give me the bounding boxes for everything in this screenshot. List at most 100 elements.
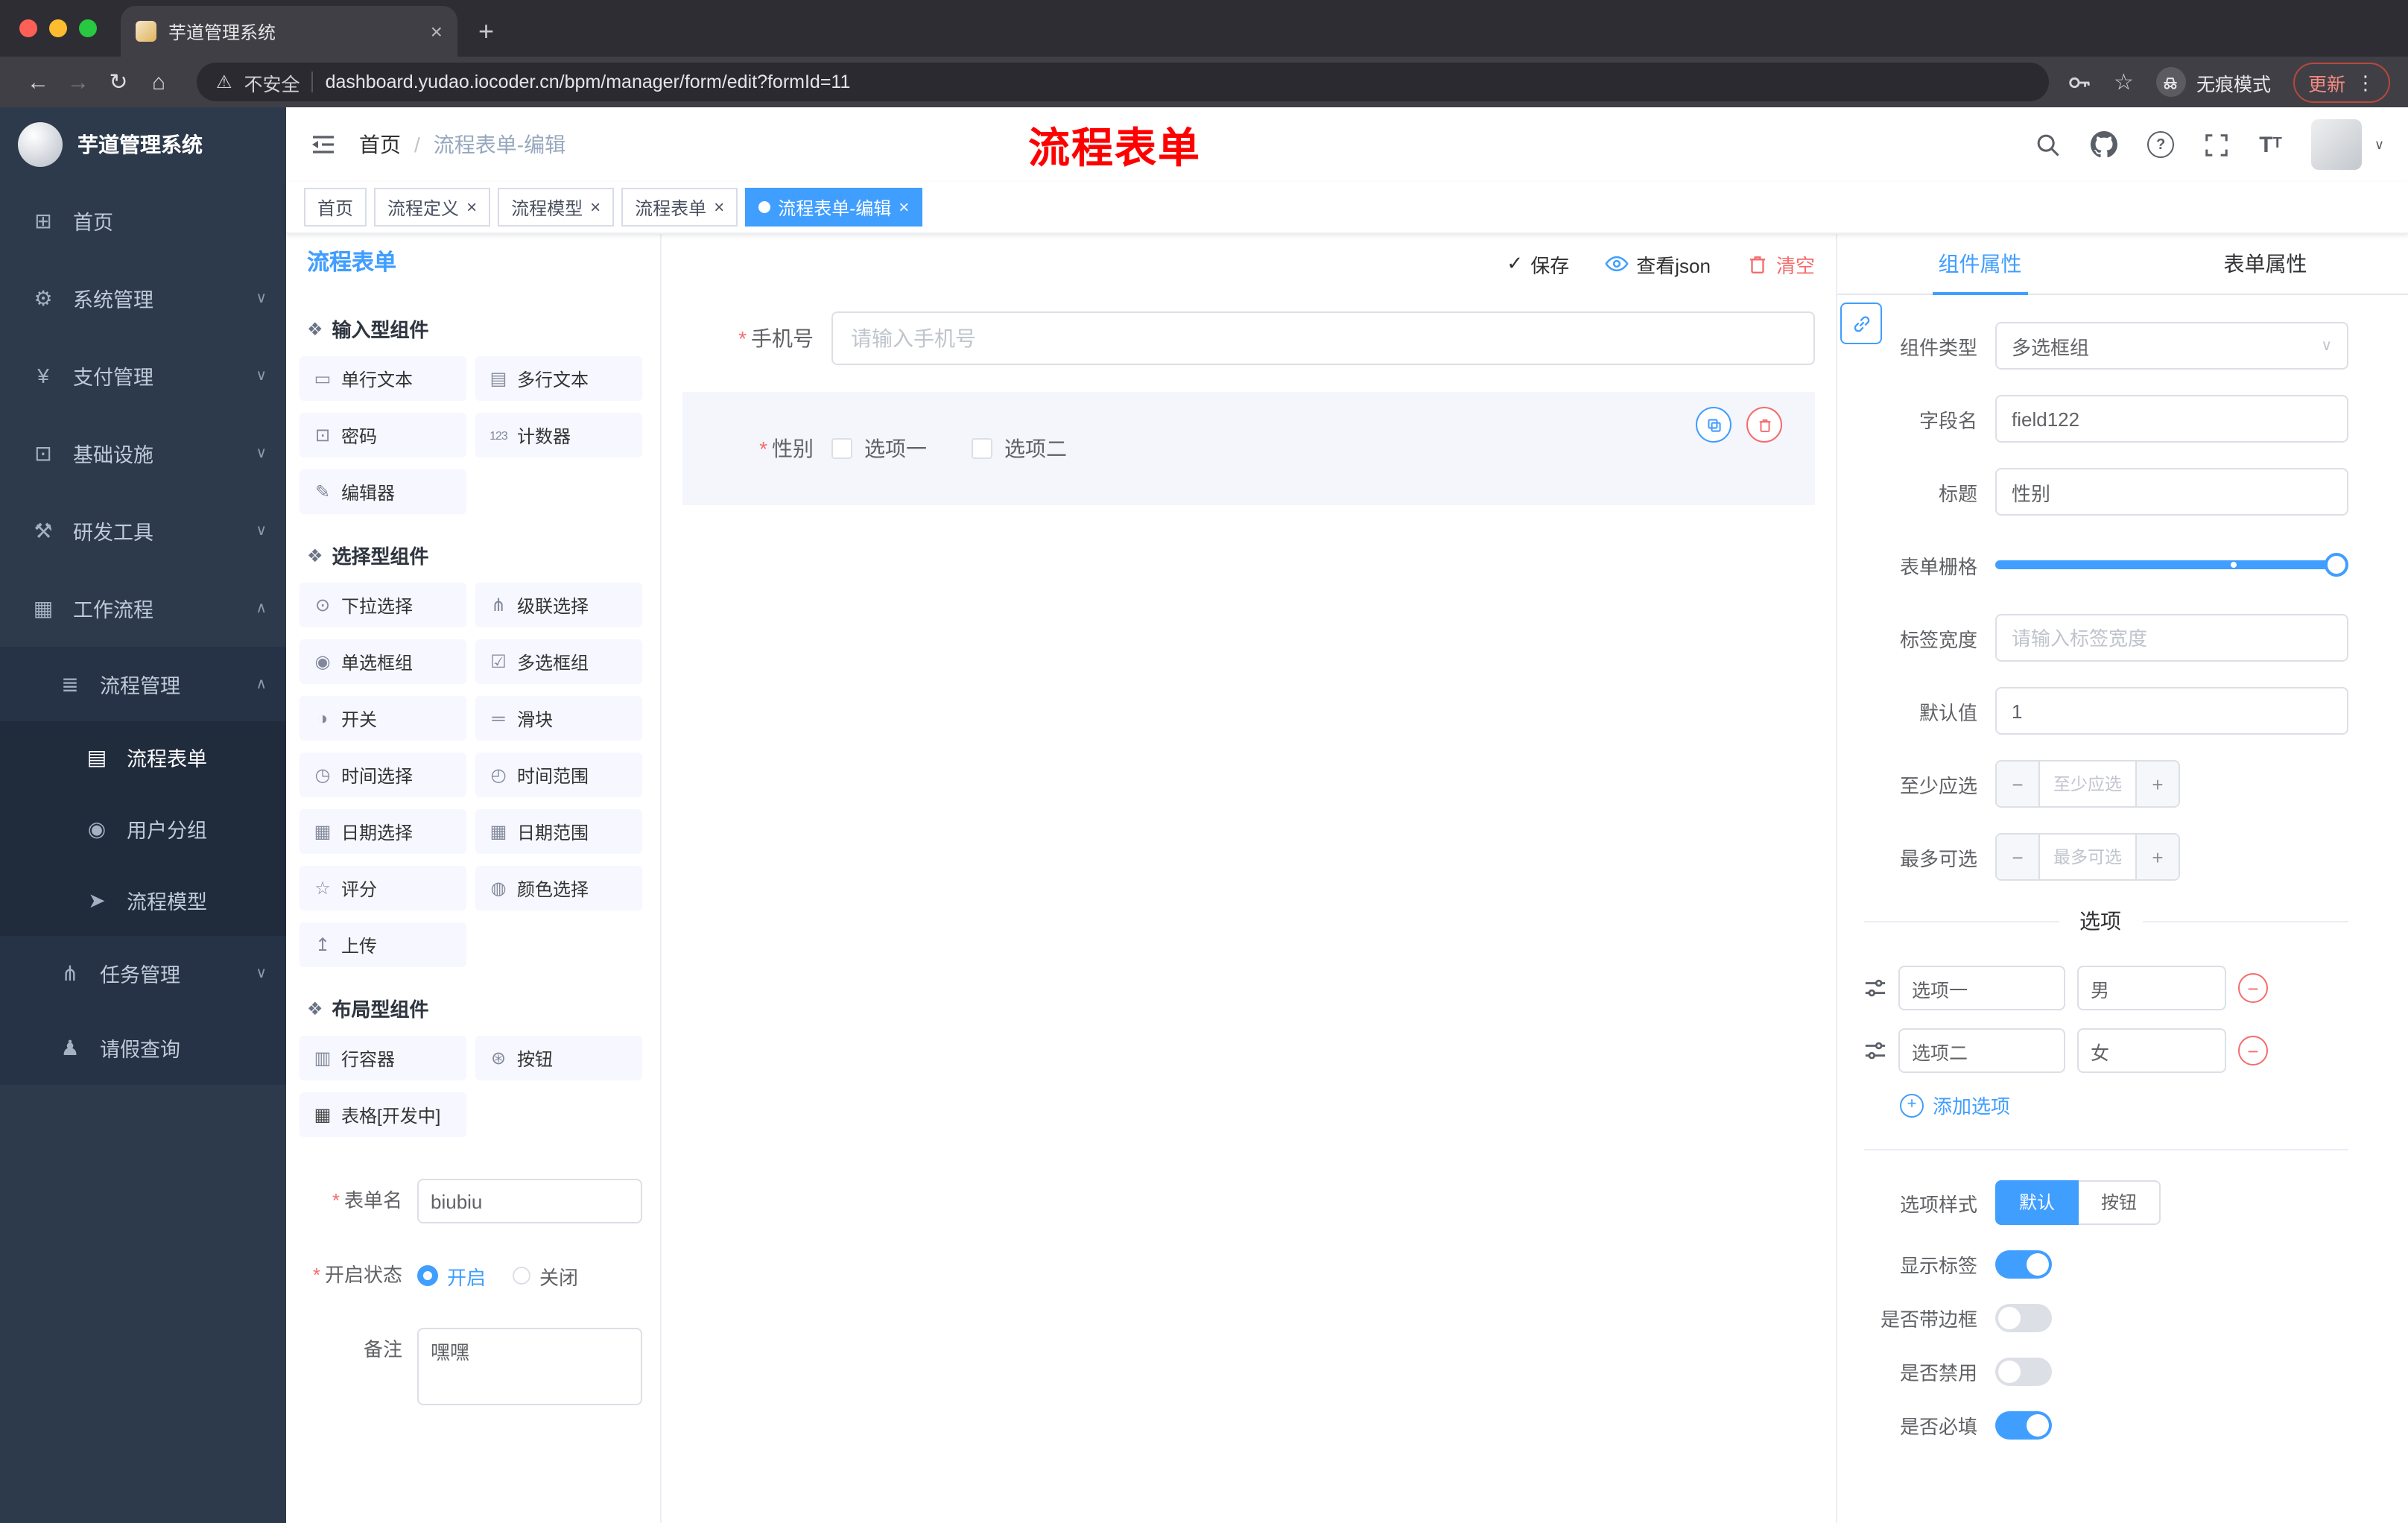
- remove-option-icon[interactable]: −: [2238, 973, 2268, 1003]
- browser-menu-icon[interactable]: ⋮: [2356, 72, 2375, 92]
- bookmark-star-icon[interactable]: ☆: [2114, 69, 2134, 95]
- palette-item-row-container[interactable]: ▥ 行容器: [300, 1036, 466, 1080]
- radio-on[interactable]: 开启: [417, 1261, 486, 1290]
- tab-close-icon[interactable]: ×: [431, 21, 443, 42]
- palette-item-upload[interactable]: ↥ 上传: [300, 922, 466, 967]
- radio-off[interactable]: 关闭: [513, 1261, 578, 1290]
- sidebar-item-home[interactable]: ⊞ 首页: [0, 182, 286, 259]
- minus-button[interactable]: −: [1997, 835, 2040, 879]
- tag-process-model[interactable]: 流程模型 ×: [498, 188, 615, 227]
- show-label-toggle[interactable]: [1995, 1250, 2052, 1279]
- sidebar-item-user-group[interactable]: ◉ 用户分组: [0, 793, 286, 864]
- sidebar-fold-icon[interactable]: [310, 131, 337, 158]
- drag-handle-icon[interactable]: [1864, 1039, 1886, 1062]
- sidebar-item-task-management[interactable]: ⋔ 任务管理 ∨: [0, 936, 286, 1010]
- back-icon[interactable]: ←: [18, 69, 58, 95]
- palette-item-switch[interactable]: ◑ 开关: [300, 696, 466, 741]
- remark-textarea[interactable]: 嘿嘿: [417, 1328, 642, 1405]
- label-width-input[interactable]: [1995, 614, 2348, 662]
- sidebar-item-leave-query[interactable]: ♟ 请假查询: [0, 1010, 286, 1085]
- remove-option-icon[interactable]: −: [2238, 1036, 2268, 1066]
- tag-home[interactable]: 首页: [304, 188, 367, 227]
- checkbox-option-2[interactable]: 选项二: [972, 434, 1067, 463]
- github-icon[interactable]: [2091, 131, 2118, 158]
- tag-close-icon[interactable]: ×: [714, 198, 724, 216]
- sidebar-item-process-form[interactable]: ▤ 流程表单: [0, 721, 286, 793]
- style-default-button[interactable]: 默认: [1995, 1180, 2079, 1225]
- view-json-button[interactable]: 查看json: [1605, 250, 1711, 278]
- drag-handle-icon[interactable]: [1864, 977, 1886, 999]
- option-label-input[interactable]: [1898, 1028, 2065, 1073]
- address-bar[interactable]: ⚠ 不安全 dashboard.yudao.iocoder.cn/bpm/man…: [197, 63, 2049, 101]
- option-value-input[interactable]: [2077, 966, 2226, 1010]
- home-icon[interactable]: ⌂: [139, 69, 179, 95]
- browser-tab[interactable]: 芋道管理系统 ×: [121, 6, 457, 57]
- tab-component-props[interactable]: 组件属性: [1837, 234, 2123, 295]
- font-size-icon[interactable]: TT: [2259, 133, 2282, 156]
- tab-form-props[interactable]: 表单属性: [2123, 234, 2408, 294]
- search-icon[interactable]: [2035, 132, 2061, 157]
- palette-item-editor[interactable]: ✎ 编辑器: [300, 469, 466, 514]
- option-label-input[interactable]: [1898, 966, 2065, 1010]
- sidebar-item-process-management[interactable]: ≣ 流程管理 ∧: [0, 647, 286, 721]
- palette-item-radio-group[interactable]: ◉ 单选框组: [300, 639, 466, 684]
- clear-button[interactable]: 清空: [1746, 250, 1815, 278]
- minimize-window-icon[interactable]: [49, 19, 67, 37]
- component-type-select[interactable]: 多选框组 ∨: [1995, 322, 2348, 370]
- palette-item-counter[interactable]: 123 计数器: [475, 413, 642, 457]
- sidebar-item-workflow[interactable]: ▦ 工作流程 ∧: [0, 569, 286, 647]
- sidebar-item-payment-management[interactable]: ¥ 支付管理 ∨: [0, 337, 286, 414]
- palette-item-checkbox-group[interactable]: ☑ 多选框组: [475, 639, 642, 684]
- palette-item-button[interactable]: ⊛ 按钮: [475, 1036, 642, 1080]
- add-option-button[interactable]: + 添加选项: [1900, 1091, 2348, 1119]
- new-tab-button[interactable]: +: [478, 18, 494, 45]
- tag-close-icon[interactable]: ×: [466, 198, 477, 216]
- key-icon[interactable]: [2066, 69, 2091, 95]
- palette-item-cascader[interactable]: ⋔ 级联选择: [475, 583, 642, 627]
- plus-button[interactable]: +: [2135, 762, 2179, 806]
- stepper-placeholder[interactable]: 最多可选: [2040, 835, 2135, 879]
- field-name-input[interactable]: [1995, 395, 2348, 443]
- palette-item-date-range[interactable]: ▦ 日期范围: [475, 809, 642, 854]
- zoom-window-icon[interactable]: [79, 19, 97, 37]
- tag-close-icon[interactable]: ×: [899, 198, 909, 216]
- sidebar-item-process-model[interactable]: ➤ 流程模型: [0, 864, 286, 936]
- phone-field-row[interactable]: 手机号: [682, 311, 1815, 365]
- user-avatar[interactable]: [2311, 119, 2363, 170]
- breadcrumb-home[interactable]: 首页: [359, 130, 401, 159]
- fullscreen-icon[interactable]: [2204, 132, 2229, 157]
- palette-item-select[interactable]: ⊙ 下拉选择: [300, 583, 466, 627]
- sidebar-logo[interactable]: 芋道管理系统: [0, 107, 286, 182]
- palette-item-rate[interactable]: ☆ 评分: [300, 866, 466, 911]
- border-toggle[interactable]: [1995, 1304, 2052, 1332]
- minus-button[interactable]: −: [1997, 762, 2040, 806]
- palette-item-single-line-text[interactable]: ▭ 单行文本: [300, 356, 466, 401]
- checkbox-option-1[interactable]: 选项一: [831, 434, 927, 463]
- forward-icon[interactable]: →: [58, 69, 98, 95]
- palette-item-password[interactable]: ⊡ 密码: [300, 413, 466, 457]
- help-icon[interactable]: ?: [2147, 131, 2175, 158]
- delete-widget-button[interactable]: [1746, 407, 1782, 443]
- style-button-button[interactable]: 按钮: [2079, 1180, 2161, 1225]
- link-anchor-button[interactable]: [1840, 303, 1882, 344]
- tag-process-definition[interactable]: 流程定义 ×: [374, 188, 491, 227]
- palette-item-color-picker[interactable]: ◍ 颜色选择: [475, 866, 642, 911]
- palette-item-slider[interactable]: ═ 滑块: [475, 696, 642, 741]
- copy-widget-button[interactable]: [1696, 407, 1731, 443]
- grid-span-slider[interactable]: [1995, 541, 2348, 589]
- browser-update-button[interactable]: 更新 ⋮: [2293, 62, 2390, 102]
- option-value-input[interactable]: [2077, 1028, 2226, 1073]
- tag-close-icon[interactable]: ×: [590, 198, 601, 216]
- palette-item-table[interactable]: ▦ 表格[开发中]: [300, 1092, 466, 1137]
- palette-item-textarea[interactable]: ▤ 多行文本: [475, 356, 642, 401]
- tag-process-form[interactable]: 流程表单 ×: [621, 188, 738, 227]
- save-button[interactable]: ✓ 保存: [1506, 250, 1569, 278]
- sidebar-item-infrastructure[interactable]: ⊡ 基础设施 ∨: [0, 414, 286, 492]
- title-input[interactable]: [1995, 468, 2348, 516]
- stepper-placeholder[interactable]: 至少应选: [2040, 762, 2135, 806]
- form-name-input[interactable]: [417, 1179, 642, 1223]
- default-value-input[interactable]: [1995, 687, 2348, 735]
- sidebar-item-system-management[interactable]: ⚙ 系统管理 ∨: [0, 259, 286, 337]
- close-window-icon[interactable]: [19, 19, 37, 37]
- slider-handle[interactable]: [2325, 553, 2348, 577]
